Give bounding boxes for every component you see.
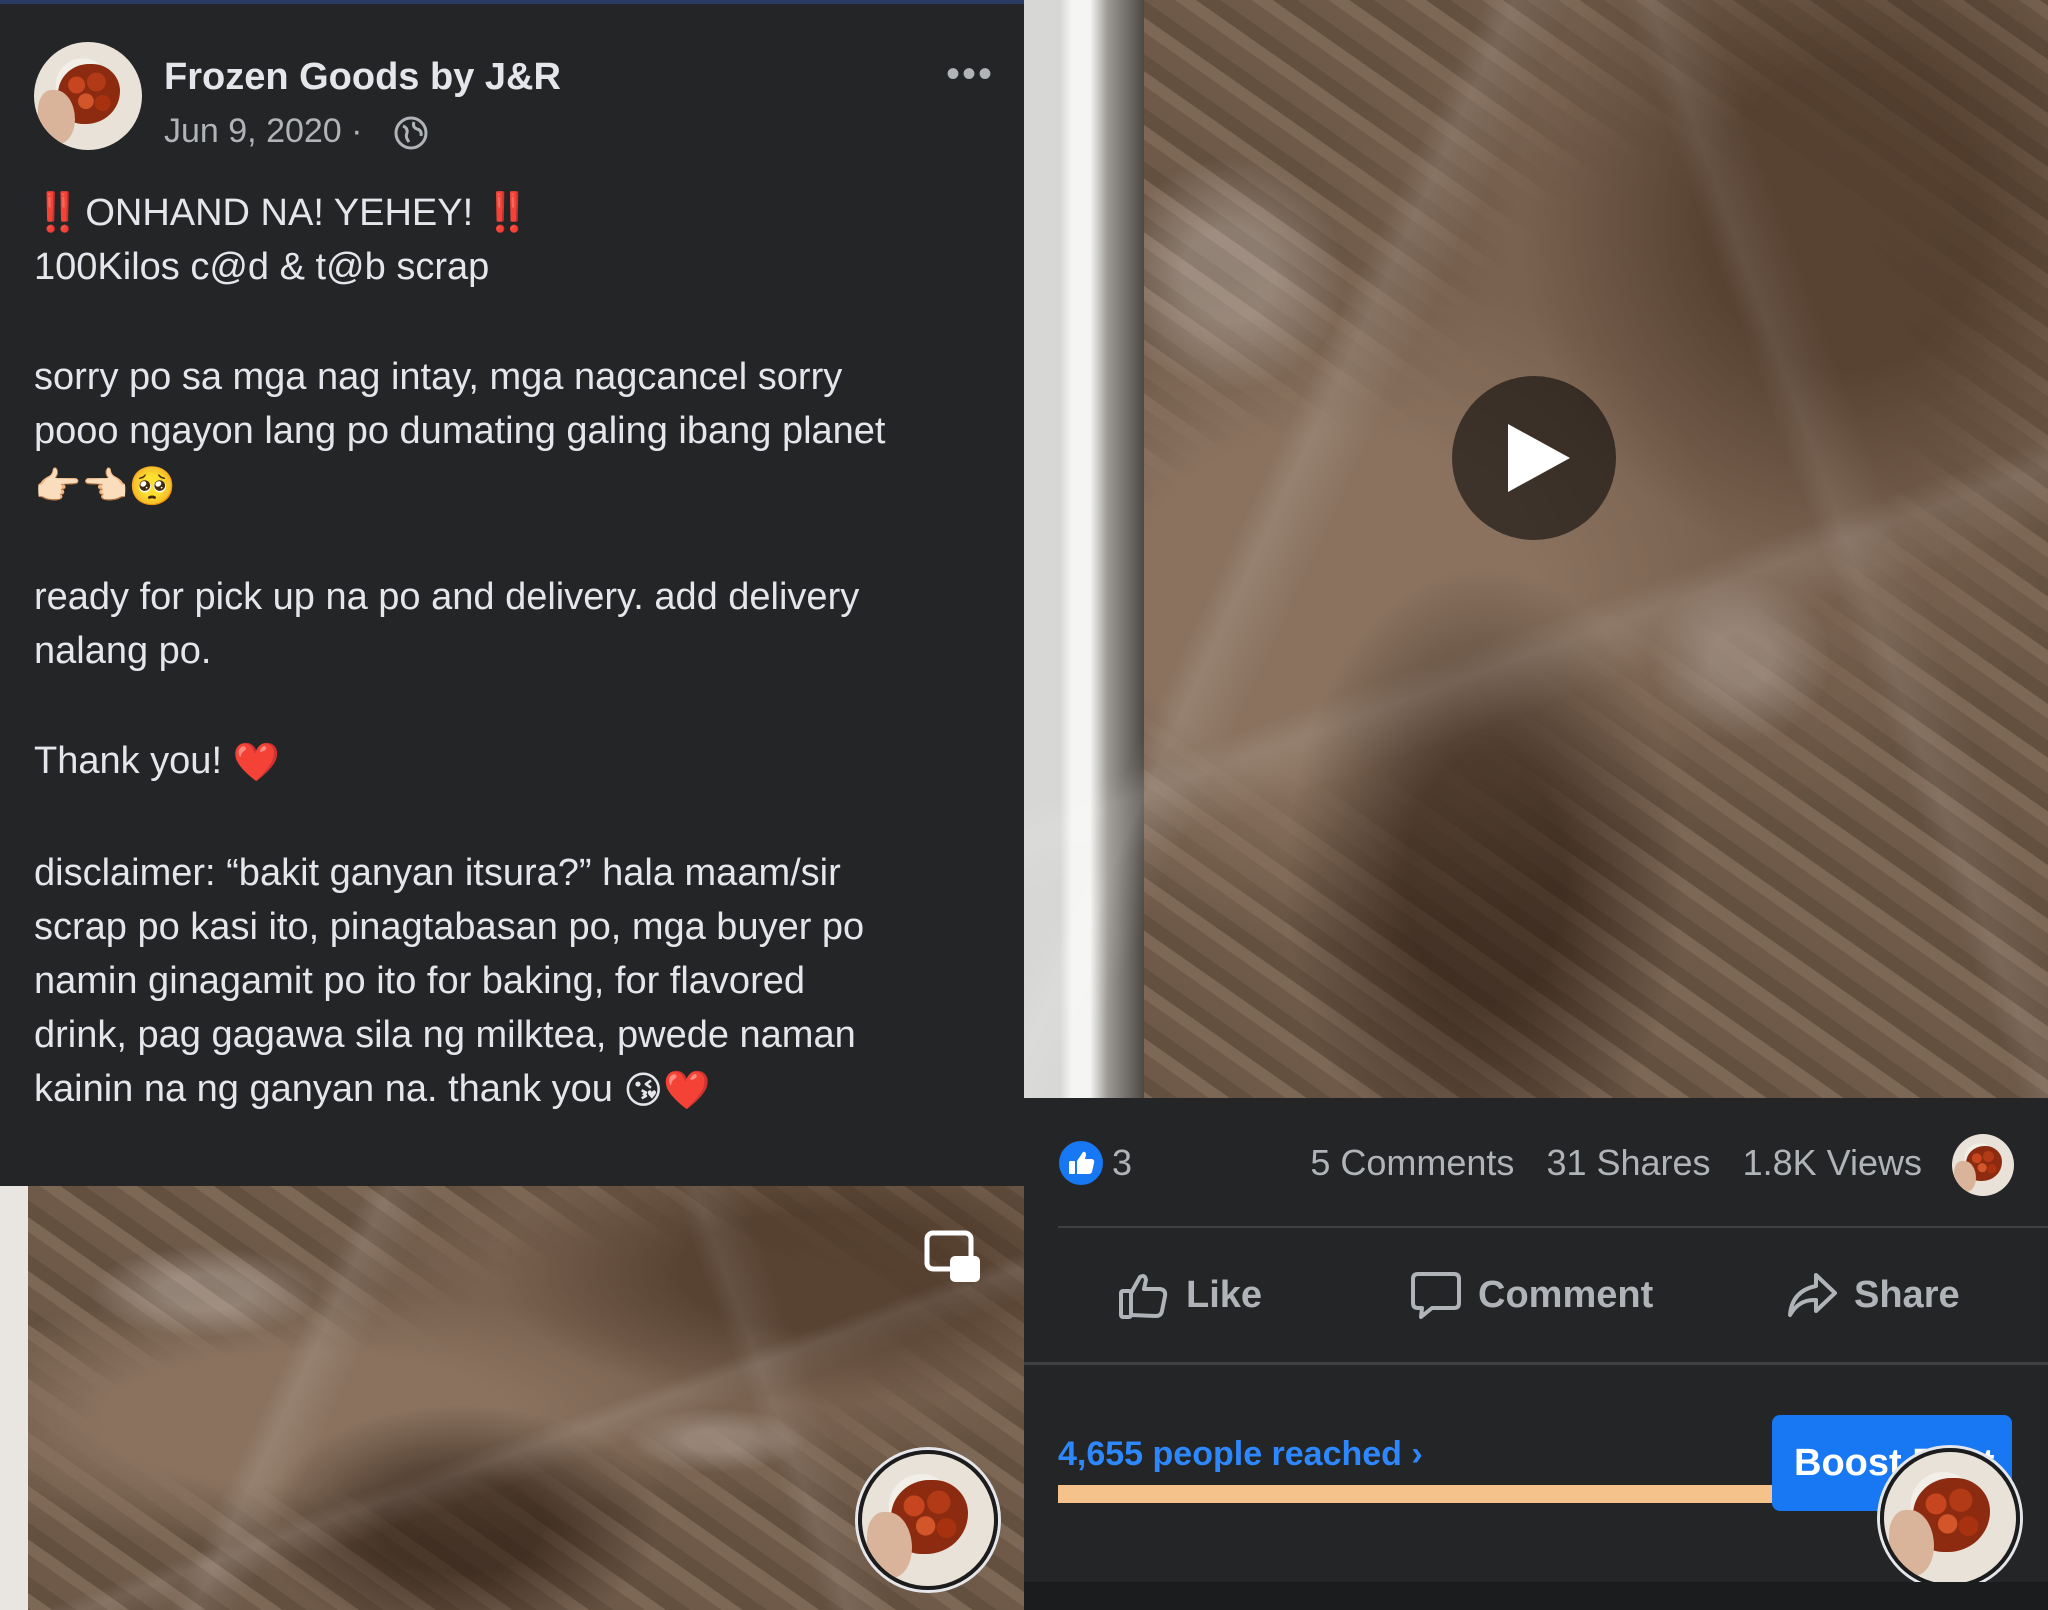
post-line: pooo ngayon lang po dumating galing iban…	[34, 410, 886, 452]
share-arrow-icon	[1788, 1273, 1837, 1317]
top-accent-line	[0, 0, 1024, 4]
post-emoji-line: 👉🏻👈🏻🥺	[34, 458, 994, 514]
profile-avatar-bubble[interactable]	[858, 1450, 998, 1590]
engagement-stats: 3 5 Comments 31 Shares 1.8K Views	[1024, 1098, 2048, 1228]
comment-bubble-icon	[1411, 1272, 1461, 1319]
more-options-icon[interactable]: •••	[946, 54, 994, 94]
share-label: Share	[1854, 1273, 1960, 1316]
double-exclamation-emoji: ‼️	[34, 192, 81, 234]
comment-button[interactable]: Comment	[1410, 1260, 1653, 1330]
post-date[interactable]: Jun 9, 2020 ·	[164, 112, 362, 151]
post-line: kainin na ng ganyan na. thank you 😘❤️	[34, 1062, 994, 1118]
like-count[interactable]: 3	[1112, 1142, 1132, 1184]
pointing-fingers-pleading-emoji: 👉🏻👈🏻🥺	[34, 465, 176, 508]
post-line: ready for pick up na po and delivery. ad…	[34, 575, 860, 618]
like-label: Like	[1186, 1273, 1263, 1316]
comments-count[interactable]: 5 Comments	[1310, 1142, 1514, 1183]
author-name[interactable]: Frozen Goods by J&R	[164, 56, 561, 99]
shares-count[interactable]: 31 Shares	[1546, 1142, 1710, 1183]
post-line: drink, pag gagawa sila ng milktea, pwede…	[34, 1013, 856, 1056]
action-bar: Like Comment Share	[1024, 1230, 2048, 1364]
globe-icon	[394, 116, 428, 150]
play-icon	[1508, 424, 1570, 492]
heart-emoji: ❤️	[232, 741, 280, 784]
plastic-sheen	[1024, 0, 2048, 1098]
profile-avatar-bubble[interactable]	[1880, 1448, 2020, 1588]
post-line: scrap po kasi ito, pinagtabasan po, mga …	[34, 905, 865, 948]
post-line-thanks: Thank you! ❤️	[34, 734, 994, 790]
video-thumbnail[interactable]	[1024, 0, 2048, 1098]
people-reached-link[interactable]: 4,655 people reached ›	[1058, 1435, 1423, 1474]
post-line: namin ginagamit po ito for baking, for f…	[34, 959, 805, 1002]
post-header: Frozen Goods by J&R Jun 9, 2020 · •••	[34, 42, 994, 162]
picture-in-picture-icon[interactable]	[924, 1230, 984, 1286]
like-reaction-icon[interactable]	[1058, 1140, 1104, 1186]
viewer-avatar[interactable]	[1952, 1134, 2014, 1196]
reach-progress-bar	[1058, 1485, 1774, 1503]
comment-label: Comment	[1478, 1273, 1654, 1316]
closing-text: kainin na ng ganyan na. thank you	[34, 1067, 613, 1110]
avatar-hand-image	[1954, 1161, 1976, 1193]
like-button[interactable]: Like	[1118, 1260, 1262, 1330]
post-line: nalang po.	[34, 629, 212, 672]
post-line: sorry po sa mga nag intay, mga nagcancel…	[34, 356, 843, 398]
post-line: disclaimer: “bakit ganyan itsura?” hala …	[34, 851, 841, 894]
bottom-bar	[1024, 1582, 2048, 1610]
post-text: ‼️ ONHAND NA! YEHEY! ‼️ 100Kilos c@d & t@…	[34, 186, 994, 1118]
thanks-text: Thank you!	[34, 739, 222, 782]
post-line-headline: ‼️ ONHAND NA! YEHEY! ‼️	[34, 186, 994, 240]
double-exclamation-emoji: ‼️	[483, 192, 531, 234]
divider	[1058, 1226, 2048, 1228]
kiss-heart-emoji: 😘❤️	[623, 1069, 711, 1112]
views-count[interactable]: 1.8K Views	[1743, 1142, 1922, 1183]
stats-summary: 5 Comments 31 Shares 1.8K Views	[1288, 1142, 1922, 1184]
share-button[interactable]: Share	[1786, 1260, 1960, 1330]
play-button[interactable]	[1452, 376, 1616, 540]
headline-text: ONHAND NA! YEHEY!	[85, 192, 474, 234]
thumbs-up-icon	[1119, 1274, 1168, 1319]
chevron-right-icon: ›	[1411, 1435, 1423, 1473]
page-avatar[interactable]	[34, 42, 142, 150]
video-panel: 3 5 Comments 31 Shares 1.8K Views Like C…	[1024, 0, 2048, 1610]
post-line-quantity: 100Kilos c@d & t@b scrap	[34, 246, 490, 288]
people-reached-text: 4,655 people reached	[1058, 1435, 1402, 1473]
post-panel: Frozen Goods by J&R Jun 9, 2020 · ••• ‼️…	[0, 0, 1024, 1610]
